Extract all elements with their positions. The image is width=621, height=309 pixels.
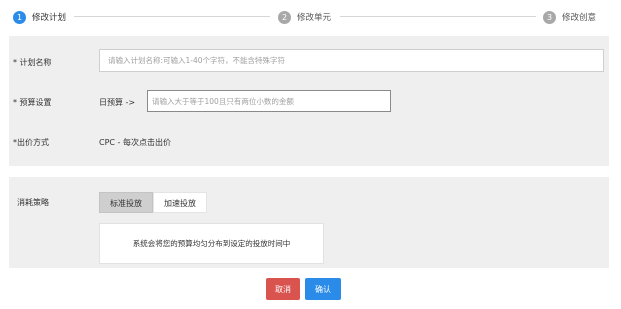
bid-method-value: CPC - 每次点击出价 — [99, 138, 171, 147]
step-connector — [74, 16, 270, 17]
step-label: 修改计划 — [32, 13, 67, 23]
budget-label: * 预算设置 — [13, 98, 52, 107]
spend-strategy-panel: 消耗策略 标准投放 加速投放 系统会将您的预算均匀分布到设定的投放时间中 — [9, 177, 609, 268]
plan-name-input[interactable] — [99, 49, 604, 72]
step-edit-unit: 2 修改单元 — [278, 10, 331, 24]
budget-input[interactable] — [147, 90, 391, 112]
step-edit-creative: 3 修改创意 — [543, 10, 596, 24]
step-label: 修改单元 — [297, 13, 332, 23]
tab-standard-delivery[interactable]: 标准投放 — [99, 192, 153, 213]
bid-method-label: *出价方式 — [13, 138, 49, 147]
step-edit-plan: 1 修改计划 — [13, 10, 66, 24]
step-number: 3 — [543, 10, 556, 24]
cancel-button[interactable]: 取消 — [266, 278, 300, 300]
strategy-description: 系统会将您的预算均匀分布到设定的投放时间中 — [99, 223, 324, 264]
plan-name-label: * 计划名称 — [13, 58, 52, 67]
step-connector — [340, 16, 536, 17]
tab-accelerated-delivery[interactable]: 加速投放 — [153, 192, 207, 213]
step-label: 修改创意 — [562, 13, 597, 23]
step-number: 1 — [13, 10, 26, 24]
strategy-label: 消耗策略 — [17, 198, 49, 207]
progress-stepper: 1 修改计划 2 修改单元 3 修改创意 — [0, 0, 621, 34]
confirm-button[interactable]: 确认 — [305, 278, 341, 300]
plan-settings-panel: * 计划名称 * 预算设置 日预算 -> *出价方式 CPC - 每次点击出价 — [9, 36, 609, 166]
step-number: 2 — [278, 10, 291, 24]
strategy-tabs: 标准投放 加速投放 — [99, 192, 207, 213]
daily-budget-prefix: 日预算 -> — [99, 98, 136, 107]
